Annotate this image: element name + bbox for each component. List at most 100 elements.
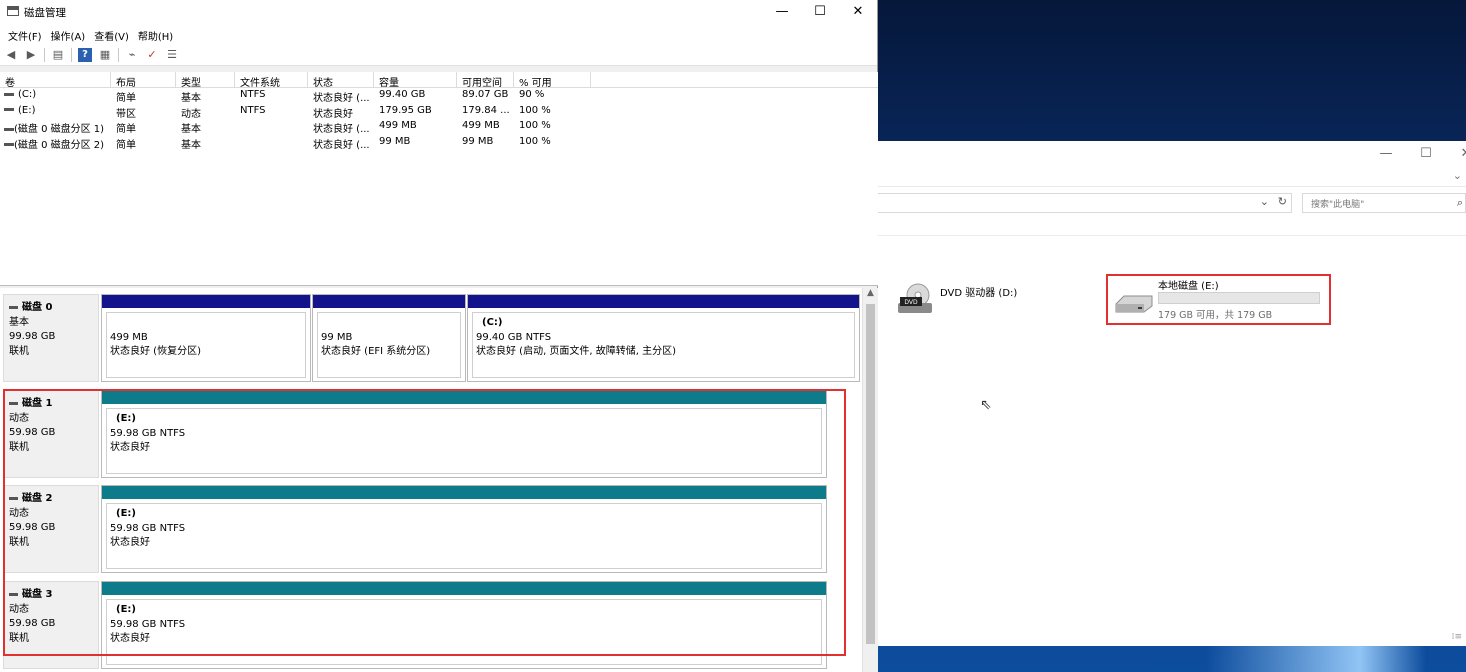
window-title: 磁盘管理 <box>24 7 66 19</box>
cell-free-space: 89.07 GB <box>462 89 509 100</box>
partition-info: 99 MB 状态良好 (EFI 系统分区) <box>317 312 461 378</box>
table-row[interactable]: (E:) 带区 动态 NTFS 状态良好 179.95 GB 179.84 ..… <box>0 104 878 120</box>
col-volume[interactable]: 卷 <box>0 72 111 87</box>
disk-status: 联机 <box>9 345 29 357</box>
forward-arrow-icon[interactable]: ▶ <box>24 48 38 62</box>
disk-status: 联机 <box>9 536 29 548</box>
maximize-button[interactable]: ☐ <box>800 2 840 22</box>
ribbon-expand-chevron-icon[interactable]: ⌄ <box>1453 169 1462 182</box>
disk-2-label[interactable]: 磁盘 2 动态 59.98 GB 联机 <box>3 485 99 573</box>
search-input[interactable]: 搜索"此电脑" ⌕ <box>1302 193 1466 213</box>
cell-layout: 简单 <box>116 93 136 104</box>
mouse-cursor-icon: ⇖ <box>980 397 992 413</box>
disk-status: 联机 <box>9 441 29 453</box>
check-icon[interactable]: ✓ <box>145 48 159 62</box>
connect-icon[interactable]: ⌁ <box>125 48 139 62</box>
partition-size: 99.40 GB NTFS <box>476 331 552 343</box>
col-capacity[interactable]: 容量 <box>374 72 457 87</box>
cell-type: 基本 <box>181 124 201 135</box>
partition-efi[interactable]: 99 MB 状态良好 (EFI 系统分区) <box>312 294 466 382</box>
partition-size: 59.98 GB NTFS <box>110 618 186 630</box>
cell-free-space: 99 MB <box>462 135 494 147</box>
table-row[interactable]: (C:) 简单 基本 NTFS 状态良好 (... 99.40 GB 89.07… <box>0 88 878 104</box>
partition-e[interactable]: (E:) 59.98 GB NTFS 状态良好 <box>101 581 827 669</box>
disk-name: 磁盘 2 <box>22 493 53 504</box>
cell-filesystem <box>235 119 308 135</box>
explorer-divider <box>878 235 1466 236</box>
partition-size: 59.98 GB NTFS <box>110 427 186 439</box>
disk-type: 动态 <box>9 603 29 615</box>
local-disk-e-item[interactable]: 本地磁盘 (E:) 179 GB 可用，共 179 GB <box>1106 274 1331 325</box>
volume-icon <box>4 143 14 146</box>
disk-icon <box>9 496 18 500</box>
col-status[interactable]: 状态 <box>308 72 374 87</box>
disk-size: 59.98 GB <box>9 427 56 438</box>
menu-help[interactable]: 帮助(H) <box>134 24 178 44</box>
partition-c[interactable]: (C:) 99.40 GB NTFS 状态良好 (启动, 页面文件, 故障转储,… <box>467 294 860 382</box>
disk-icon <box>9 401 18 405</box>
explorer-minimize-button[interactable]: — <box>1368 145 1404 163</box>
help-icon[interactable]: ? <box>78 47 92 62</box>
refresh-icon[interactable]: ↻ <box>1278 195 1287 208</box>
disk-free-space-text: 179 GB 可用，共 179 GB <box>1158 310 1273 321</box>
table-row[interactable]: (磁盘 0 磁盘分区 2) 简单 基本 状态良好 (... 99 MB 99 M… <box>0 135 878 151</box>
disk-size: 99.98 GB <box>9 331 56 342</box>
details-view-icon[interactable]: ⁞≡ <box>1452 632 1462 642</box>
address-dropdown-icon[interactable]: ⌄ <box>1260 195 1269 208</box>
menu-file[interactable]: 文件(F) <box>4 24 47 44</box>
partition-info: (E:) 59.98 GB NTFS 状态良好 <box>106 599 822 665</box>
cell-type: 基本 <box>181 139 201 151</box>
disk-1-label[interactable]: 磁盘 1 动态 59.98 GB 联机 <box>3 390 99 478</box>
cell-filesystem <box>235 135 308 151</box>
dvd-drive-item[interactable]: DVD DVD 驱动器 (D:) <box>896 281 1096 321</box>
disk-3-label[interactable]: 磁盘 3 动态 59.98 GB 联机 <box>3 581 99 669</box>
partition-status: 状态良好 (启动, 页面文件, 故障转储, 主分区) <box>476 346 677 357</box>
scroll-up-icon[interactable]: ▲ <box>863 288 878 302</box>
console-tree-icon[interactable]: ▤ <box>51 48 65 62</box>
col-percent-free[interactable]: % 可用 <box>514 72 591 87</box>
partition-band <box>102 486 826 499</box>
hard-drive-icon <box>1115 295 1153 313</box>
menu-view[interactable]: 查看(V) <box>90 24 134 44</box>
disk-name: 磁盘 0 <box>22 302 53 313</box>
settings-list-icon[interactable]: ☰ <box>165 48 179 62</box>
disk-type: 基本 <box>9 316 29 328</box>
menu-bar: 文件(F) 操作(A) 查看(V) 帮助(H) <box>0 24 877 44</box>
dm-titlebar: 磁盘管理 — ☐ ✕ <box>0 0 877 24</box>
search-icon[interactable]: ⌕ <box>1457 196 1463 210</box>
partition-status: 状态良好 <box>110 633 150 644</box>
col-filesystem[interactable]: 文件系统 <box>235 72 308 87</box>
address-bar[interactable]: ⌄ ↻ <box>878 193 1292 213</box>
close-button[interactable]: ✕ <box>838 2 878 22</box>
partition-info: (E:) 59.98 GB NTFS 状态良好 <box>106 503 822 569</box>
partition-recovery[interactable]: 499 MB 状态良好 (恢复分区) <box>101 294 311 382</box>
disk-graphical-view: 磁盘 0 基本 99.98 GB 联机 499 MB 状态良好 (恢复分区) 9… <box>0 288 878 672</box>
scroll-thumb[interactable] <box>866 304 875 644</box>
partition-e[interactable]: (E:) 59.98 GB NTFS 状态良好 <box>101 485 827 573</box>
cell-type: 动态 <box>181 108 201 120</box>
col-type[interactable]: 类型 <box>176 72 235 87</box>
col-free-space[interactable]: 可用空间 <box>457 72 514 87</box>
partition-e[interactable]: (E:) 59.98 GB NTFS 状态良好 <box>101 390 827 478</box>
vertical-scrollbar[interactable]: ▲ <box>862 288 878 672</box>
back-arrow-icon[interactable]: ◀ <box>4 48 18 62</box>
minimize-button[interactable]: — <box>762 2 802 22</box>
partition-size: 499 MB <box>110 331 148 343</box>
properties-icon[interactable]: ▦ <box>98 48 112 62</box>
disk-0-row: 磁盘 0 基本 99.98 GB 联机 499 MB 状态良好 (恢复分区) 9… <box>0 294 862 382</box>
explorer-maximize-button[interactable]: ☐ <box>1408 145 1444 163</box>
partition-band <box>102 582 826 595</box>
explorer-close-button[interactable]: ✕ <box>1448 145 1466 163</box>
dvd-drive-label: DVD 驱动器 (D:) <box>940 288 1018 299</box>
volume-icon <box>4 108 14 111</box>
menu-action[interactable]: 操作(A) <box>47 24 91 44</box>
disk-0-label[interactable]: 磁盘 0 基本 99.98 GB 联机 <box>3 294 99 382</box>
cell-layout: 简单 <box>116 124 136 135</box>
explorer-ribbon: ⌄ <box>878 167 1466 187</box>
svg-text:DVD: DVD <box>904 299 918 306</box>
cell-free-space: 499 MB <box>462 120 500 131</box>
col-layout[interactable]: 布局 <box>111 72 176 87</box>
table-row[interactable]: (磁盘 0 磁盘分区 1) 简单 基本 状态良好 (... 499 MB 499… <box>0 119 878 135</box>
search-placeholder: 搜索"此电脑" <box>1311 200 1365 210</box>
cell-layout: 简单 <box>116 139 136 151</box>
